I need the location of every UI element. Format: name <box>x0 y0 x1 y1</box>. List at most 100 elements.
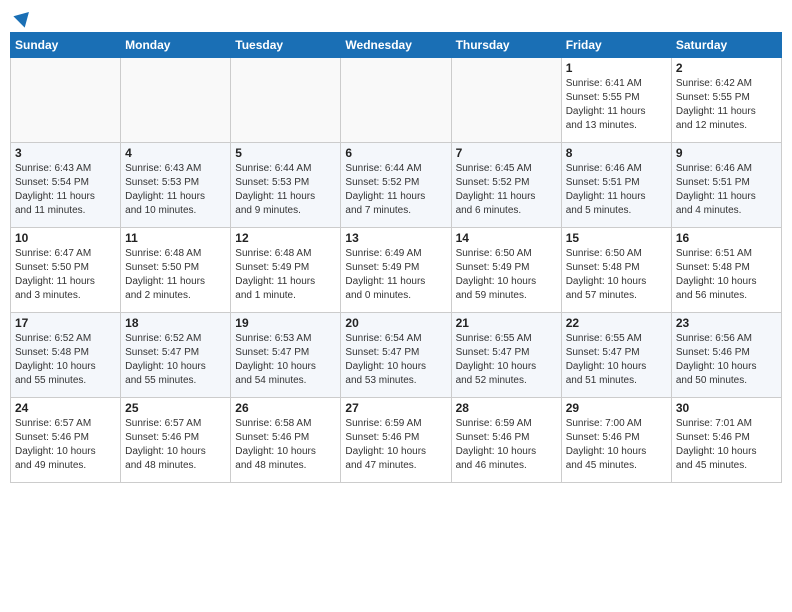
calendar-day-cell: 6 Sunrise: 6:44 AMSunset: 5:52 PMDaylight… <box>341 143 451 228</box>
day-number: 4 <box>125 146 226 160</box>
calendar-day-cell: 27 Sunrise: 6:59 AMSunset: 5:46 PMDayligh… <box>341 398 451 483</box>
logo-triangle-icon <box>13 6 34 27</box>
day-number: 28 <box>456 401 557 415</box>
calendar-day-cell: 1 Sunrise: 6:41 AMSunset: 5:55 PMDaylight… <box>561 58 671 143</box>
calendar-header-friday: Friday <box>561 33 671 58</box>
day-info: Sunrise: 6:58 AMSunset: 5:46 PMDaylight:… <box>235 417 336 473</box>
day-number: 18 <box>125 316 226 330</box>
day-info: Sunrise: 6:46 AMSunset: 5:51 PMDaylight:… <box>676 162 777 218</box>
day-info: Sunrise: 6:43 AMSunset: 5:53 PMDaylight:… <box>125 162 226 218</box>
calendar-day-cell: 15 Sunrise: 6:50 AMSunset: 5:48 PMDayligh… <box>561 228 671 313</box>
day-number: 22 <box>566 316 667 330</box>
day-number: 20 <box>345 316 446 330</box>
calendar-day-cell: 29 Sunrise: 7:00 AMSunset: 5:46 PMDayligh… <box>561 398 671 483</box>
day-number: 25 <box>125 401 226 415</box>
day-number: 13 <box>345 231 446 245</box>
calendar-day-cell <box>231 58 341 143</box>
logo <box>14 10 32 24</box>
day-number: 8 <box>566 146 667 160</box>
calendar-day-cell: 30Sunrise: 7:01 AMSunset: 5:46 PMDayligh… <box>671 398 781 483</box>
calendar-day-cell: 28 Sunrise: 6:59 AMSunset: 5:46 PMDayligh… <box>451 398 561 483</box>
day-info: Sunrise: 6:46 AMSunset: 5:51 PMDaylight:… <box>566 162 667 218</box>
day-number: 16 <box>676 231 777 245</box>
day-info: Sunrise: 6:59 AMSunset: 5:46 PMDaylight:… <box>456 417 557 473</box>
calendar-day-cell: 21 Sunrise: 6:55 AMSunset: 5:47 PMDayligh… <box>451 313 561 398</box>
day-number: 2 <box>676 61 777 75</box>
day-info: Sunrise: 6:57 AMSunset: 5:46 PMDaylight:… <box>15 417 116 473</box>
calendar-week-row: 10 Sunrise: 6:47 AMSunset: 5:50 PMDayligh… <box>11 228 782 313</box>
calendar-day-cell: 10 Sunrise: 6:47 AMSunset: 5:50 PMDayligh… <box>11 228 121 313</box>
calendar-day-cell: 20 Sunrise: 6:54 AMSunset: 5:47 PMDayligh… <box>341 313 451 398</box>
day-info: Sunrise: 6:50 AMSunset: 5:49 PMDaylight:… <box>456 247 557 303</box>
day-info: Sunrise: 6:53 AMSunset: 5:47 PMDaylight:… <box>235 332 336 388</box>
day-info: Sunrise: 6:49 AMSunset: 5:49 PMDaylight:… <box>345 247 446 303</box>
calendar-day-cell <box>451 58 561 143</box>
day-info: Sunrise: 6:42 AMSunset: 5:55 PMDaylight:… <box>676 77 777 133</box>
calendar-day-cell: 17 Sunrise: 6:52 AMSunset: 5:48 PMDayligh… <box>11 313 121 398</box>
day-number: 29 <box>566 401 667 415</box>
day-info: Sunrise: 6:59 AMSunset: 5:46 PMDaylight:… <box>345 417 446 473</box>
calendar-day-cell: 7 Sunrise: 6:45 AMSunset: 5:52 PMDaylight… <box>451 143 561 228</box>
day-number: 27 <box>345 401 446 415</box>
day-number: 21 <box>456 316 557 330</box>
calendar-day-cell: 25 Sunrise: 6:57 AMSunset: 5:46 PMDayligh… <box>121 398 231 483</box>
day-number: 14 <box>456 231 557 245</box>
day-info: Sunrise: 7:01 AMSunset: 5:46 PMDaylight:… <box>676 417 777 473</box>
day-info: Sunrise: 6:50 AMSunset: 5:48 PMDaylight:… <box>566 247 667 303</box>
day-number: 6 <box>345 146 446 160</box>
day-info: Sunrise: 7:00 AMSunset: 5:46 PMDaylight:… <box>566 417 667 473</box>
day-number: 17 <box>15 316 116 330</box>
calendar-header-sunday: Sunday <box>11 33 121 58</box>
calendar-day-cell: 8 Sunrise: 6:46 AMSunset: 5:51 PMDaylight… <box>561 143 671 228</box>
day-info: Sunrise: 6:57 AMSunset: 5:46 PMDaylight:… <box>125 417 226 473</box>
calendar-header-saturday: Saturday <box>671 33 781 58</box>
day-number: 9 <box>676 146 777 160</box>
day-info: Sunrise: 6:43 AMSunset: 5:54 PMDaylight:… <box>15 162 116 218</box>
calendar-day-cell: 13 Sunrise: 6:49 AMSunset: 5:49 PMDayligh… <box>341 228 451 313</box>
calendar-day-cell: 14 Sunrise: 6:50 AMSunset: 5:49 PMDayligh… <box>451 228 561 313</box>
calendar-day-cell: 9 Sunrise: 6:46 AMSunset: 5:51 PMDaylight… <box>671 143 781 228</box>
day-info: Sunrise: 6:48 AMSunset: 5:50 PMDaylight:… <box>125 247 226 303</box>
day-number: 23 <box>676 316 777 330</box>
calendar-day-cell: 16 Sunrise: 6:51 AMSunset: 5:48 PMDayligh… <box>671 228 781 313</box>
calendar-header-row: SundayMondayTuesdayWednesdayThursdayFrid… <box>11 33 782 58</box>
calendar-day-cell <box>341 58 451 143</box>
calendar-day-cell: 19 Sunrise: 6:53 AMSunset: 5:47 PMDayligh… <box>231 313 341 398</box>
calendar-header-thursday: Thursday <box>451 33 561 58</box>
calendar-day-cell: 2 Sunrise: 6:42 AMSunset: 5:55 PMDaylight… <box>671 58 781 143</box>
day-number: 1 <box>566 61 667 75</box>
calendar-day-cell: 18 Sunrise: 6:52 AMSunset: 5:47 PMDayligh… <box>121 313 231 398</box>
calendar-day-cell <box>121 58 231 143</box>
day-info: Sunrise: 6:55 AMSunset: 5:47 PMDaylight:… <box>566 332 667 388</box>
day-info: Sunrise: 6:55 AMSunset: 5:47 PMDaylight:… <box>456 332 557 388</box>
day-info: Sunrise: 6:47 AMSunset: 5:50 PMDaylight:… <box>15 247 116 303</box>
calendar-table: SundayMondayTuesdayWednesdayThursdayFrid… <box>10 32 782 483</box>
day-number: 15 <box>566 231 667 245</box>
calendar-header-tuesday: Tuesday <box>231 33 341 58</box>
day-number: 11 <box>125 231 226 245</box>
day-info: Sunrise: 6:51 AMSunset: 5:48 PMDaylight:… <box>676 247 777 303</box>
day-number: 7 <box>456 146 557 160</box>
day-info: Sunrise: 6:54 AMSunset: 5:47 PMDaylight:… <box>345 332 446 388</box>
calendar-day-cell: 26Sunrise: 6:58 AMSunset: 5:46 PMDayligh… <box>231 398 341 483</box>
day-info: Sunrise: 6:52 AMSunset: 5:48 PMDaylight:… <box>15 332 116 388</box>
calendar-day-cell <box>11 58 121 143</box>
calendar-week-row: 3 Sunrise: 6:43 AMSunset: 5:54 PMDaylight… <box>11 143 782 228</box>
calendar-week-row: 17 Sunrise: 6:52 AMSunset: 5:48 PMDayligh… <box>11 313 782 398</box>
calendar-day-cell: 3 Sunrise: 6:43 AMSunset: 5:54 PMDaylight… <box>11 143 121 228</box>
calendar-day-cell: 12Sunrise: 6:48 AMSunset: 5:49 PMDayligh… <box>231 228 341 313</box>
day-number: 5 <box>235 146 336 160</box>
day-info: Sunrise: 6:41 AMSunset: 5:55 PMDaylight:… <box>566 77 667 133</box>
day-info: Sunrise: 6:44 AMSunset: 5:52 PMDaylight:… <box>345 162 446 218</box>
day-info: Sunrise: 6:52 AMSunset: 5:47 PMDaylight:… <box>125 332 226 388</box>
calendar-header-wednesday: Wednesday <box>341 33 451 58</box>
day-info: Sunrise: 6:45 AMSunset: 5:52 PMDaylight:… <box>456 162 557 218</box>
day-number: 10 <box>15 231 116 245</box>
calendar-day-cell: 11 Sunrise: 6:48 AMSunset: 5:50 PMDayligh… <box>121 228 231 313</box>
day-number: 3 <box>15 146 116 160</box>
day-info: Sunrise: 6:56 AMSunset: 5:46 PMDaylight:… <box>676 332 777 388</box>
calendar-day-cell: 23 Sunrise: 6:56 AMSunset: 5:46 PMDayligh… <box>671 313 781 398</box>
day-number: 19 <box>235 316 336 330</box>
day-info: Sunrise: 6:44 AMSunset: 5:53 PMDaylight:… <box>235 162 336 218</box>
day-info: Sunrise: 6:48 AMSunset: 5:49 PMDaylight:… <box>235 247 336 303</box>
